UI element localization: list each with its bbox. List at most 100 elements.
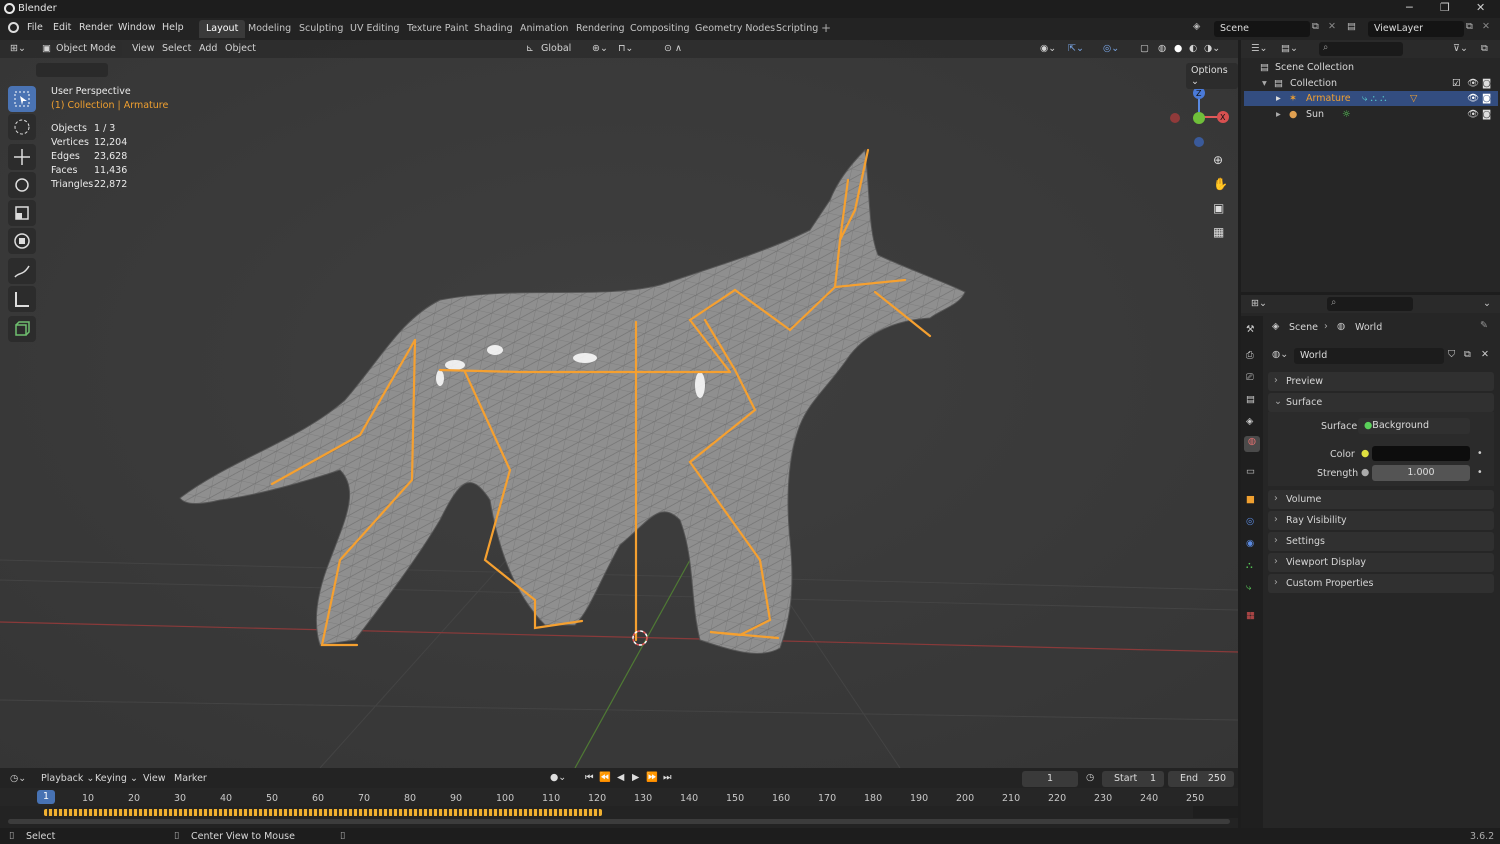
scene-field[interactable]: Scene: [1214, 21, 1310, 37]
tab-shading[interactable]: Shading: [467, 20, 520, 38]
keyframe-strip[interactable]: [44, 809, 602, 816]
gizmo-toggle-icon[interactable]: ⇱⌄: [1068, 43, 1084, 54]
end-frame-input[interactable]: End 250: [1168, 771, 1234, 787]
shading-material-icon[interactable]: ◐: [1189, 43, 1197, 54]
view-layer-icon[interactable]: ▤: [1347, 21, 1356, 32]
transform-tool[interactable]: [8, 228, 36, 254]
properties-editor-icon[interactable]: ⊞⌄: [1251, 298, 1267, 309]
tab-animation[interactable]: Animation: [513, 20, 575, 38]
orientation-dropdown[interactable]: Global: [541, 43, 571, 54]
jump-end-icon[interactable]: ⏭: [663, 772, 672, 783]
render-camera-icon[interactable]: ◙: [1482, 93, 1491, 104]
play-icon[interactable]: ▶: [632, 772, 639, 783]
render-camera-icon[interactable]: ◙: [1482, 78, 1491, 89]
editor-type-icon[interactable]: ⊞⌄: [10, 43, 26, 54]
collection-tab-icon[interactable]: ▭: [1246, 466, 1255, 477]
xray-icon[interactable]: ▢: [1140, 43, 1149, 54]
breadcrumb-scene[interactable]: Scene: [1289, 322, 1318, 333]
tab-modeling[interactable]: Modeling: [241, 20, 298, 38]
shading-solid-icon[interactable]: ●: [1174, 43, 1182, 54]
minimize-icon[interactable]: ─: [1406, 1, 1413, 14]
tab-sculpting[interactable]: Sculpting: [292, 20, 350, 38]
eye-icon[interactable]: 👁: [1467, 93, 1479, 104]
timeline-editor[interactable]: ◷⌄ Playback ⌄ Keying ⌄ View Marker ●⌄ ⏮ …: [0, 768, 1238, 828]
outliner-editor-icon[interactable]: ☰⌄: [1251, 43, 1267, 54]
object-constraint-tab-icon[interactable]: ⛬: [1246, 560, 1253, 571]
render-tab-icon[interactable]: ⎙: [1246, 350, 1254, 361]
timeline-view-menu[interactable]: View: [143, 773, 166, 784]
select-box-tool[interactable]: [8, 86, 36, 112]
navigation-gizmo[interactable]: Z X: [1165, 84, 1235, 164]
expand-icon[interactable]: ▸: [1276, 93, 1281, 104]
delete-scene-icon[interactable]: ✕: [1328, 21, 1336, 32]
panel-ray-visibility[interactable]: › Ray Visibility: [1268, 511, 1494, 530]
color-swatch[interactable]: [1372, 446, 1470, 461]
selection-mode-icons[interactable]: [36, 63, 108, 77]
jump-start-icon[interactable]: ⏮: [585, 772, 594, 783]
surface-shader-field[interactable]: ● Background: [1358, 418, 1470, 434]
view-layer-tab-icon[interactable]: ▤: [1246, 394, 1255, 405]
start-frame-input[interactable]: Start 1: [1102, 771, 1164, 787]
color-keyframe-icon[interactable]: •: [1477, 448, 1483, 459]
world-datablock-icon[interactable]: ◍⌄: [1272, 349, 1288, 360]
world-datablock-field[interactable]: World: [1294, 348, 1444, 364]
menu-window[interactable]: Window: [118, 22, 155, 33]
move-tool[interactable]: [8, 144, 36, 170]
play-reverse-icon[interactable]: ◀: [617, 772, 624, 783]
modifier-tab-icon[interactable]: ◎: [1246, 516, 1254, 527]
eye-icon[interactable]: 👁: [1467, 109, 1479, 120]
preview-range-icon[interactable]: ◷: [1086, 772, 1094, 783]
new-collection-icon[interactable]: ⧉: [1481, 43, 1488, 54]
tab-uv-editing[interactable]: UV Editing: [343, 20, 407, 38]
pan-hand-icon[interactable]: ✋: [1213, 177, 1228, 191]
menu-edit[interactable]: Edit: [53, 22, 71, 33]
expand-icon[interactable]: ▾: [1262, 78, 1267, 89]
filter-icon[interactable]: ⊽⌄: [1453, 43, 1468, 54]
scene-icon[interactable]: ◈: [1193, 21, 1200, 32]
camera-view-icon[interactable]: ▣: [1213, 201, 1224, 215]
overlay-toggle-icon[interactable]: ◎⌄: [1103, 43, 1119, 54]
playback-menu[interactable]: Playback ⌄: [41, 773, 94, 784]
duplicate-world-icon[interactable]: ⧉: [1464, 349, 1471, 360]
menu-help[interactable]: Help: [162, 22, 184, 33]
jump-keyframe-back-icon[interactable]: ⏪: [599, 772, 611, 783]
view-layer-field[interactable]: ViewLayer: [1368, 21, 1464, 37]
tab-layout[interactable]: Layout: [199, 20, 246, 38]
outliner-row-scene-collection[interactable]: ▤ Scene Collection: [1244, 60, 1498, 75]
eye-icon[interactable]: 👁: [1467, 78, 1479, 89]
outliner-row-sun[interactable]: ▸ ● Sun ☼ 👁 ◙: [1244, 107, 1498, 122]
menu-render[interactable]: Render: [79, 22, 113, 33]
strength-input[interactable]: 1.000: [1372, 465, 1470, 481]
output-tab-icon[interactable]: ⎚: [1246, 372, 1254, 383]
display-mode-icon[interactable]: ▤⌄: [1281, 43, 1298, 54]
shading-rendered-icon[interactable]: ◑⌄: [1204, 43, 1220, 54]
menu-view[interactable]: View: [132, 43, 155, 54]
menu-object[interactable]: Object: [225, 43, 256, 54]
pivot-icon[interactable]: ⊛⌄: [592, 43, 608, 54]
render-camera-icon[interactable]: ◙: [1482, 109, 1491, 120]
physics-tab-icon[interactable]: ◉: [1246, 538, 1254, 549]
properties-options-icon[interactable]: ⌄: [1483, 298, 1491, 309]
snap-icon[interactable]: ⊓⌄: [618, 43, 633, 54]
outliner-row-collection[interactable]: ▾ ▤ Collection ☑ 👁 ◙: [1244, 76, 1498, 91]
expand-icon[interactable]: ▸: [1276, 109, 1281, 120]
properties-search-input[interactable]: ⌕: [1327, 297, 1413, 311]
ortho-toggle-icon[interactable]: ▦: [1213, 225, 1224, 239]
proportional-edit-icon[interactable]: ⊙ ∧: [664, 43, 682, 54]
shading-wireframe-icon[interactable]: ◍: [1158, 43, 1166, 54]
auto-keying-icon[interactable]: ●⌄: [550, 772, 566, 783]
options-dropdown[interactable]: Options ⌄: [1186, 63, 1238, 89]
menu-add[interactable]: Add: [199, 43, 217, 54]
current-frame-input[interactable]: 1: [1022, 771, 1078, 787]
breadcrumb-world[interactable]: World: [1355, 322, 1382, 333]
menu-file[interactable]: File: [27, 22, 43, 33]
tab-compositing[interactable]: Compositing: [623, 20, 697, 38]
outliner-search-input[interactable]: ⌕: [1319, 42, 1403, 56]
playhead[interactable]: 1: [37, 790, 55, 804]
tab-texture-paint[interactable]: Texture Paint: [400, 20, 475, 38]
unlink-world-icon[interactable]: ✕: [1481, 349, 1489, 360]
data-tab-icon[interactable]: ⤷: [1246, 582, 1251, 593]
delete-view-layer-icon[interactable]: ✕: [1482, 21, 1490, 32]
object-tab-icon[interactable]: ■: [1246, 494, 1255, 505]
scale-tool[interactable]: [8, 200, 36, 226]
